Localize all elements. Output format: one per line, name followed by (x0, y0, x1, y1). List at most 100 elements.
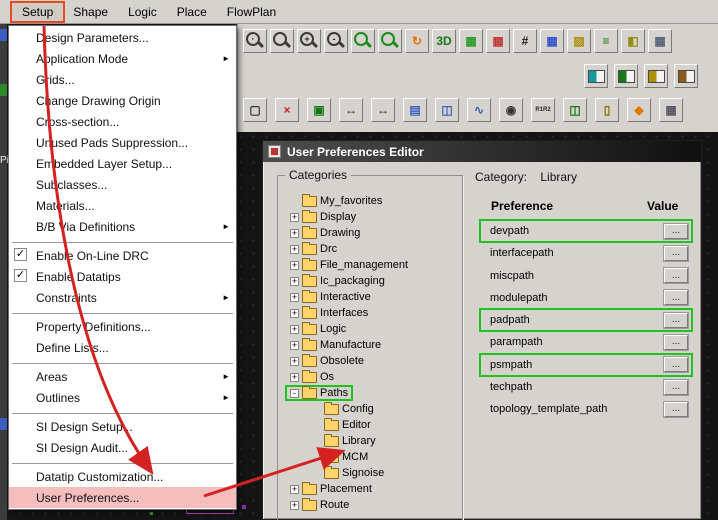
value-browse-button[interactable]: ... (664, 290, 688, 305)
book-pencil-icon[interactable] (674, 64, 698, 88)
value-browse-button[interactable]: ... (664, 313, 688, 328)
menubar-item-shape[interactable]: Shape (63, 3, 118, 21)
tree-node[interactable]: My_favorites (287, 193, 455, 209)
tree-expander-icon[interactable] (290, 325, 299, 334)
menu-item[interactable]: Unused Pads Suppression... ► (9, 132, 236, 153)
value-browse-button[interactable]: ... (664, 335, 688, 350)
menu-item[interactable]: Property Definitions... ► (9, 316, 236, 337)
notebook-icon[interactable]: ▯ (595, 98, 619, 122)
menu-item[interactable]: Subclasses... ► (9, 174, 236, 195)
waveform-icon[interactable]: ∿ (467, 98, 491, 122)
tree-node[interactable]: Config (287, 401, 455, 417)
tree-node[interactable]: Route (287, 497, 455, 513)
tree-node[interactable]: Interfaces (287, 305, 455, 321)
tree-expander-icon[interactable] (290, 309, 299, 318)
tree-expander-icon[interactable] (290, 261, 299, 270)
value-browse-button[interactable]: ... (664, 380, 688, 395)
menu-item[interactable]: Change Drawing Origin ► (9, 90, 236, 111)
measure-icon[interactable]: ↔ (339, 98, 363, 122)
closed-book-icon[interactable] (614, 64, 638, 88)
menu-item[interactable]: Datatip Customization... ► (9, 466, 236, 487)
shadow-mode-icon[interactable]: ▨ (567, 29, 591, 53)
value-browse-button[interactable]: ... (664, 357, 688, 372)
tree-expander-icon[interactable] (290, 501, 299, 510)
menu-item[interactable]: SI Design Setup... ► (9, 416, 236, 437)
tree-expander-icon[interactable] (290, 277, 299, 286)
tree-expander-icon[interactable] (290, 389, 299, 398)
tree-node[interactable]: Display (287, 209, 455, 225)
left-tool-icon[interactable] (0, 29, 7, 41)
color-dialog-icon[interactable]: ▦ (459, 29, 483, 53)
menu-item[interactable]: Design Parameters... ► (9, 27, 236, 48)
tree-node[interactable]: Drc (287, 241, 455, 257)
layer-stack-icon[interactable]: ≡ (594, 29, 618, 53)
menubar-item-setup[interactable]: Setup (12, 3, 63, 21)
tree-expander-icon[interactable] (290, 213, 299, 222)
tree-node[interactable]: Manufacture (287, 337, 455, 353)
gem-icon[interactable]: ◆ (627, 98, 651, 122)
tree-expander-icon[interactable] (290, 245, 299, 254)
zoom-world-icon[interactable] (378, 29, 402, 53)
tree-expander-icon[interactable] (290, 373, 299, 382)
3d-view-icon[interactable]: 3D (432, 29, 456, 53)
zoom-out-icon[interactable]: - (324, 29, 348, 53)
value-browse-button[interactable]: ... (664, 402, 688, 417)
tree-node[interactable]: Obsolete (287, 353, 455, 369)
camera-icon[interactable]: ◉ (499, 98, 523, 122)
menu-item[interactable]: Constraints ► (9, 287, 236, 308)
zoom-previous-icon[interactable] (351, 29, 375, 53)
tree-node[interactable]: Ic_packaging (287, 273, 455, 289)
spreadsheet-icon[interactable]: ▦ (648, 29, 672, 53)
stacked-books-icon[interactable] (644, 64, 668, 88)
library-books-icon[interactable]: ◫ (563, 98, 587, 122)
tree-expander-icon[interactable] (290, 485, 299, 494)
zoom-in-icon[interactable]: + (297, 29, 321, 53)
menu-item[interactable]: B/B Via Definitions ► (9, 216, 236, 237)
zoom-points-icon[interactable]: · (243, 29, 267, 53)
menubar-item-logic[interactable]: Logic (118, 3, 167, 21)
tree-expander-icon[interactable] (290, 229, 299, 238)
padstack-editor-icon[interactable]: ◫ (435, 98, 459, 122)
menu-item[interactable]: Outlines ► (9, 387, 236, 408)
value-browse-button[interactable]: ... (664, 246, 688, 261)
menu-item[interactable]: Grids... ► (9, 69, 236, 90)
open-book-icon[interactable] (584, 64, 608, 88)
tree-node[interactable]: Drawing (287, 225, 455, 241)
flip-design-icon[interactable]: ◧ (621, 29, 645, 53)
menu-item[interactable]: Areas ► (9, 366, 236, 387)
redraw-icon[interactable]: ↻ (405, 29, 429, 53)
menu-item[interactable]: Enable Datatips ► (9, 266, 236, 287)
tree-node[interactable]: File_management (287, 257, 455, 273)
tree-expander-icon[interactable] (290, 293, 299, 302)
dialog-title-bar[interactable]: User Preferences Editor (263, 141, 701, 162)
zoom-fit-icon[interactable] (270, 29, 294, 53)
color-priority-icon[interactable]: ▦ (486, 29, 510, 53)
color192-icon[interactable]: ▦ (540, 29, 564, 53)
dimension-icon[interactable]: ↔ (371, 98, 395, 122)
tree-node[interactable]: Placement (287, 481, 455, 497)
tree-node[interactable]: Editor (287, 417, 455, 433)
menu-item[interactable]: Cross-section... ► (9, 111, 236, 132)
tree-expander-icon[interactable] (290, 341, 299, 350)
menu-item[interactable]: Enable On-Line DRC ► (9, 245, 236, 266)
menu-item[interactable]: Materials... ► (9, 195, 236, 216)
value-browse-button[interactable]: ... (664, 224, 688, 239)
tree-expander-icon[interactable] (290, 357, 299, 366)
left-tool-icon[interactable] (0, 418, 7, 430)
tree-node[interactable]: MCM (287, 449, 455, 465)
menu-item[interactable]: Application Mode ► (9, 48, 236, 69)
waffle-icon[interactable]: ▦ (659, 98, 683, 122)
left-tool-icon[interactable] (0, 84, 7, 96)
menu-item[interactable]: SI Design Audit... ► (9, 437, 236, 458)
select-window-icon[interactable]: ▢ (243, 98, 267, 122)
menubar-item-flowplan[interactable]: FlowPlan (217, 3, 286, 21)
menu-item[interactable]: User Preferences... ► (9, 487, 236, 508)
odb-export-icon[interactable]: ▣ (307, 98, 331, 122)
tree-node[interactable]: Interactive (287, 289, 455, 305)
res-values-icon[interactable]: R1R2 (531, 98, 555, 122)
menu-item[interactable]: Define Lists... ► (9, 337, 236, 358)
chip-icon[interactable]: ▤ (403, 98, 427, 122)
grid-toggle-icon[interactable]: # (513, 29, 537, 53)
tree-node[interactable]: Signoise (287, 465, 455, 481)
tree-node[interactable]: Os (287, 369, 455, 385)
